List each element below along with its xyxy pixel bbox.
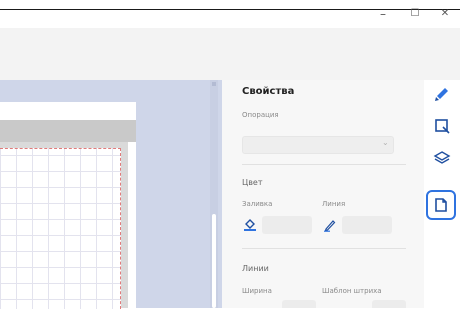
width-input[interactable] [282,300,316,308]
maximize-button[interactable]: ☐ [404,6,426,22]
fill-label: Заливка [242,200,273,208]
divider [242,164,406,165]
selection-icon [433,117,451,139]
pen-icon [323,218,337,235]
fill-bucket-icon [243,218,257,235]
minimize-button[interactable]: – [372,6,394,22]
properties-title: Свойства [242,86,295,97]
chevron-down-icon: ⌄ [382,138,389,147]
grid-paper[interactable] [0,148,121,309]
stroke-pattern-select[interactable] [372,300,406,308]
close-button[interactable]: ✕ [434,6,456,22]
style-tab-button[interactable] [430,84,454,108]
width-label: Ширина [242,287,272,295]
scrollbar-thumb[interactable] [212,214,216,308]
divider [242,248,406,249]
lines-section-title: Линии [242,264,269,273]
opacity-label: Опорация [242,111,279,119]
fill-color-swatch[interactable] [262,216,312,234]
arrange-tab-button[interactable] [430,116,454,140]
layers-icon [433,149,451,171]
opacity-select[interactable] [242,136,394,154]
color-section-title: Цвет [242,178,263,187]
line-color-swatch[interactable] [342,216,392,234]
toolbar [0,28,460,80]
document-icon [429,193,453,217]
stroke-pattern-label: Шаблон штриха [322,287,382,295]
line-label: Линия [322,200,346,208]
paint-brush-icon [433,85,451,107]
layers-tab-button[interactable] [430,148,454,172]
scroll-up-arrow[interactable] [212,82,216,86]
page-header-band [0,120,136,142]
